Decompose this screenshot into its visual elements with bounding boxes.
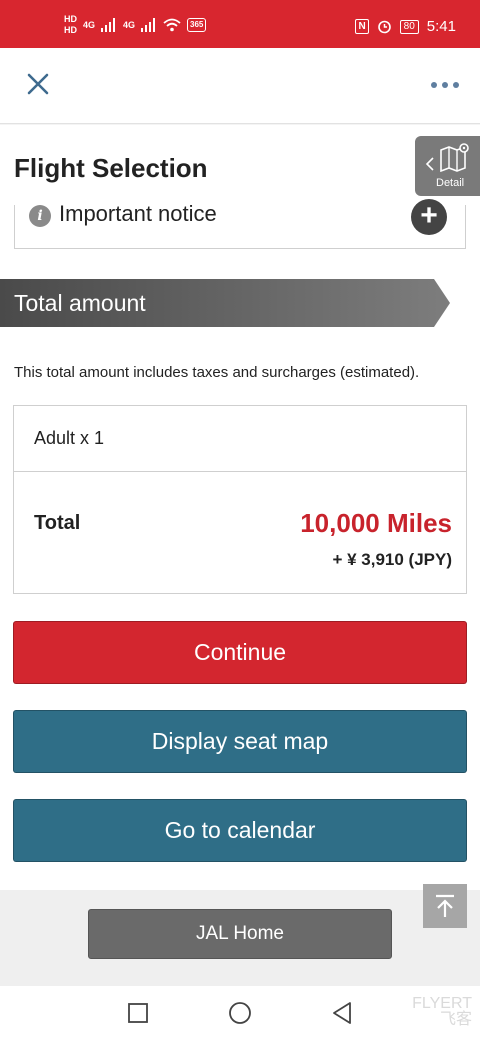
passenger-count: Adult x 1 <box>34 428 105 448</box>
info-icon: i <box>29 205 51 227</box>
app-top-bar <box>0 48 480 124</box>
signal-icon <box>141 18 156 32</box>
calendar-badge: 365 <box>187 18 207 32</box>
back-icon[interactable] <box>331 1001 353 1025</box>
status-bar-right: N 80 5:41 <box>355 18 456 35</box>
total-amount-banner: Total amount <box>0 279 450 327</box>
back-to-top-button[interactable] <box>423 884 467 928</box>
watermark-line: 飞客 <box>439 1011 472 1028</box>
page-title: Flight Selection <box>14 153 208 183</box>
detail-tab[interactable]: Detail <box>415 136 480 196</box>
total-label: Total <box>34 512 81 534</box>
main-content: i Important notice + Total amount This t… <box>0 199 480 890</box>
footer: JAL Home <box>0 884 480 986</box>
tax-note: This total amount includes taxes and sur… <box>14 364 420 381</box>
signal-icon <box>101 18 116 32</box>
notice-label: Important notice <box>59 201 217 226</box>
total-miles: 10,000 Miles <box>300 508 452 538</box>
recent-apps-icon[interactable] <box>127 1002 149 1024</box>
close-icon[interactable] <box>22 68 54 100</box>
nfc-icon: N <box>355 19 369 34</box>
page-header: Flight Selection <box>0 125 480 213</box>
network-4g-indicator: 4G <box>123 20 136 30</box>
map-pin-icon <box>440 143 469 172</box>
status-bar-left: HD HD 4G 4G 365 <box>64 14 207 36</box>
hd-indicator: HD <box>64 14 77 24</box>
total-yen: + ¥ 3,910 (JPY) <box>332 550 452 569</box>
clock: 5:41 <box>426 18 456 35</box>
home-icon[interactable] <box>228 1001 252 1025</box>
network-4g-indicator: 4G <box>83 20 96 30</box>
detail-tab-label: Detail <box>436 177 465 189</box>
jal-home-button[interactable]: JAL Home <box>88 909 392 959</box>
battery-indicator: 80 <box>399 19 419 34</box>
passenger-row: Adult x 1 <box>14 406 466 472</box>
total-row: Total 10,000 Miles + ¥ 3,910 (JPY) <box>14 472 466 594</box>
total-amount-heading: Total amount <box>14 290 146 316</box>
fare-summary: Adult x 1 Total 10,000 Miles + ¥ 3,910 (… <box>13 405 467 594</box>
arrow-up-icon <box>436 894 454 917</box>
hd-indicator: HD <box>64 25 77 35</box>
display-seat-map-button[interactable]: Display seat map <box>13 710 467 773</box>
system-nav-bar: FLYERT 飞客 <box>0 986 480 1040</box>
chevron-left-icon <box>425 157 434 171</box>
continue-button[interactable]: Continue <box>13 621 467 684</box>
expand-plus-icon[interactable]: + <box>411 199 447 235</box>
important-notice[interactable]: i Important notice + <box>14 199 466 249</box>
wifi-icon <box>163 18 181 32</box>
watermark-line: FLYERT <box>412 995 472 1012</box>
alarm-icon <box>377 20 391 34</box>
go-to-calendar-button[interactable]: Go to calendar <box>13 799 467 862</box>
watermark: FLYERT 飞客 <box>412 996 472 1028</box>
status-bar: HD HD 4G 4G 365 N 80 5:41 <box>0 0 480 48</box>
more-icon[interactable] <box>430 78 460 92</box>
